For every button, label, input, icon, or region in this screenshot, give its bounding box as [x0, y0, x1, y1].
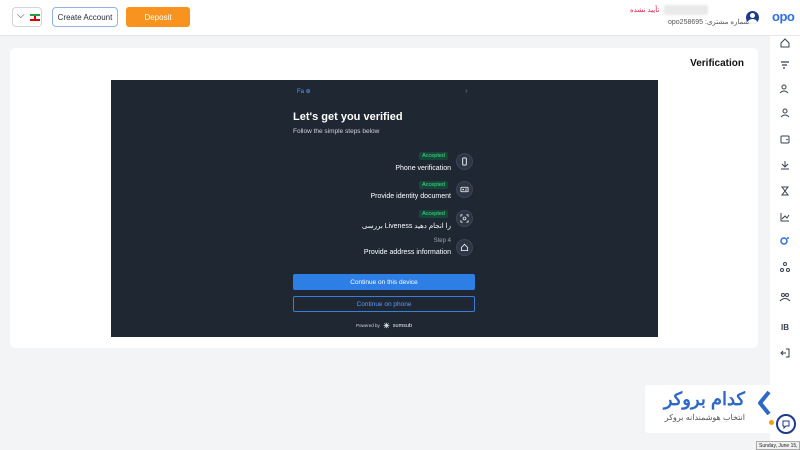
sumsub-brand: sumsub	[392, 322, 413, 329]
watermark-chevron-icon	[758, 390, 771, 416]
download-icon[interactable]	[778, 158, 792, 172]
face-scan-icon	[456, 210, 473, 227]
powered-by: Powered by sumsub	[356, 322, 412, 329]
continue-on-phone-button[interactable]: Continue on phone	[293, 296, 475, 312]
sidebar: IB	[770, 36, 800, 450]
verification-heading: Let's get you verified	[293, 111, 403, 123]
chevron-down-icon: ⌵	[17, 10, 25, 21]
step-title: Provide identity document	[370, 193, 451, 200]
home-icon[interactable]	[778, 36, 792, 50]
ib-menu-item[interactable]: IB	[778, 320, 792, 334]
phone-icon	[456, 153, 473, 170]
brand-icon[interactable]	[778, 234, 792, 248]
chart-icon[interactable]	[778, 210, 792, 224]
hourglass-icon[interactable]	[778, 184, 792, 198]
logout-icon[interactable]	[778, 346, 792, 360]
avatar[interactable]	[746, 11, 759, 24]
sumsub-logo-icon	[383, 322, 390, 329]
iran-flag-icon	[30, 14, 40, 21]
home-icon	[456, 239, 473, 256]
taskbar-date-tooltip: Sunday, June 15, 2	[756, 441, 800, 450]
step-status-badge: Accepted	[419, 181, 448, 189]
account-number: opo258695 :شماره مشتری	[668, 19, 750, 26]
deposit-button[interactable]: Deposit	[126, 7, 190, 27]
team-icon[interactable]	[778, 290, 792, 304]
id-card-icon	[456, 181, 473, 198]
network-icon[interactable]	[778, 260, 792, 274]
watermark-title: کدام بروکر	[663, 389, 745, 409]
wallet-icon[interactable]	[778, 132, 792, 146]
verification-status: تأیید نشده	[630, 7, 660, 14]
verification-panel: Fa ⊕ › Let's get you verified Follow the…	[111, 80, 658, 337]
chat-button[interactable]	[776, 414, 796, 434]
step-number: Step 4	[433, 238, 451, 244]
step-title: بررسی Liveness را انجام دهید	[361, 223, 451, 230]
step-status-badge: Accepted	[419, 210, 448, 218]
ib-label: IB	[781, 322, 789, 332]
top-bar: ⌵ Create Account Deposit تأیید نشده opo2…	[0, 0, 800, 36]
language-toggle[interactable]: Fa ⊕	[297, 88, 311, 95]
chat-icon	[782, 420, 790, 429]
create-account-button[interactable]: Create Account	[52, 7, 118, 27]
user-icon[interactable]	[778, 106, 792, 120]
watermark: کدام بروکر انتخاب هوشمندانه بروکر	[645, 385, 773, 433]
step-title: Phone verification	[395, 165, 451, 172]
brand-logo[interactable]: opo	[772, 9, 795, 24]
verification-subheading: Follow the simple steps below	[293, 128, 380, 135]
continue-on-device-button[interactable]: Continue on this device	[293, 274, 475, 290]
watermark-subtitle: انتخاب هوشمندانه بروکر	[664, 413, 745, 422]
notification-dot	[769, 420, 774, 425]
step-status-badge: Accepted	[419, 152, 448, 160]
filter-icon[interactable]	[778, 58, 792, 72]
powered-by-label: Powered by	[356, 323, 380, 328]
chevron-right-icon[interactable]: ›	[465, 86, 468, 95]
language-select[interactable]: ⌵	[12, 7, 42, 27]
step-title: Provide address information	[363, 249, 451, 256]
blurred-name	[664, 5, 708, 15]
users-icon[interactable]	[778, 82, 792, 96]
page-title: Verification	[690, 58, 744, 69]
